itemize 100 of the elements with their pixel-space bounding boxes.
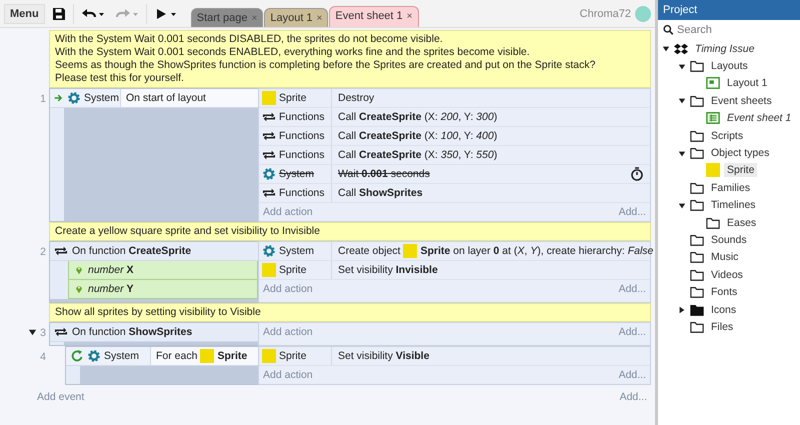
tree-item[interactable]: Event sheets [708,94,775,108]
folder-icon [690,128,704,143]
object-name: Sprite [279,92,306,104]
folder-icon [690,268,704,282]
action-text: Call ShowSprites [338,187,423,199]
gear-icon [87,349,101,363]
sprite-icon [403,244,418,258]
arrows-cycle-icon [54,325,68,339]
event-number: 4 [40,351,46,362]
folder-icon [690,146,704,160]
object-name: Functions [279,187,325,199]
expand-triangle-icon[interactable] [678,202,686,210]
condition-text: Sprite [217,350,248,362]
search-icon [663,23,674,37]
arrows-cycle-icon [54,244,68,258]
loop-icon [70,349,84,363]
object-name: Functions [279,130,325,142]
folder-icon [690,232,704,247]
comment: Show all sprites by setting visibility to Visible [49,303,651,322]
expand-triangle-icon[interactable] [678,62,686,71]
tree-item[interactable]: Sprite [724,163,758,178]
folder-icon [690,250,704,264]
arrows-cycle-icon [262,186,276,200]
condition-text: On start of layout [126,92,206,104]
close-icon[interactable]: × [406,10,413,22]
expand-triangle-icon[interactable] [678,150,686,158]
tree-item[interactable]: Event sheet 1 [724,111,794,126]
action-text: Set visibility Invisible [338,264,438,276]
object-name: Sprite [279,264,306,276]
sprite-icon [200,349,214,363]
event-number: 3 [40,327,46,338]
tree-item[interactable]: Icons [708,302,740,317]
action-text: Destroy [338,92,374,104]
event-number: 1 [40,93,46,104]
sprite-icon [262,263,276,277]
gear-icon [262,244,276,258]
condition-text: On function ShowSprites [72,326,192,338]
close-icon[interactable]: × [316,12,322,24]
tree-item[interactable]: Timelines [708,198,759,212]
folder-icon [706,216,720,230]
tree-item[interactable]: Eases [724,216,760,230]
editor-tab[interactable]: Start page × [190,8,264,27]
tree-item[interactable]: Videos [708,268,746,282]
object-name: System [84,92,120,104]
sheet-icon [706,111,720,126]
gear-icon [67,91,81,105]
folder-icon [690,302,704,317]
arrows-cycle-icon [262,110,276,124]
object-name: System [279,168,314,180]
menu-button[interactable]: Menu [4,4,45,24]
tree-item[interactable]: Layouts [708,59,751,74]
action-text: Set visibility Visible [338,350,430,362]
collapsed-triangle-icon[interactable] [678,306,686,314]
action-text: Wait 0.001 seconds [338,168,430,180]
sprite-icon [262,91,276,105]
arrows-cycle-icon [262,148,276,162]
parameter-text: number X [88,264,134,276]
tree-item[interactable]: Timing Issue [692,42,758,56]
action-text: Call CreateSprite (X: 100, Y: 400) [338,130,498,142]
tree-item[interactable]: Layout 1 [724,76,770,90]
folder-icon [690,198,704,212]
expand-triangle-icon[interactable] [662,45,670,54]
tree-item[interactable]: Object types [708,146,772,160]
parameter-text: number Y [88,283,134,295]
action-text: Sprite on layer 0 at (X, Y), create hierarchy: False [420,245,654,257]
comment: With the System Wait 0.001 seconds DISABLED, the sprites do not become visible. With the System Wait 0.001 seconds ENABLED, everything works fine and the sprites become visible. Seems as though the ShowSprites function is completing before the Sprites are created and put on the Sprite stack? Please test this for yourself. [49,30,651,88]
editor-tab[interactable]: Event sheet 1 × [329,6,419,27]
save-icon[interactable] [52,6,66,20]
boxes-icon [674,42,688,56]
user-name: Chroma72 [580,8,631,20]
object-name: System [279,245,314,257]
tree-item[interactable]: Sounds [708,232,750,247]
tree-item[interactable]: Fonts [708,285,740,300]
action-text: Call CreateSprite (X: 350, Y: 550) [338,149,498,161]
action-text: Call CreateSprite (X: 200, Y: 300) [338,111,498,123]
tree-item[interactable]: Files [708,320,736,334]
editor-tab[interactable]: Layout 1 × [264,8,328,27]
tree-item[interactable]: Music [708,250,742,264]
sprite-icon [262,349,276,363]
expand-triangle-icon[interactable] [678,97,686,106]
gear-icon [262,167,276,181]
event-number: 2 [40,246,46,257]
object-name: System [104,350,140,362]
panel-title: Project [658,0,800,20]
layout-icon [706,76,720,90]
object-name: Functions [279,149,325,161]
folder-icon [690,94,704,108]
expand-triangle-icon[interactable] [28,328,38,337]
comment: Create a yellow square sprite and set visibility to Invisible [49,222,651,241]
condition-text: For each [156,350,198,362]
tree-item[interactable]: Families [708,180,754,195]
folder-icon [690,285,704,300]
condition-text: On function CreateSprite [72,245,192,257]
tree-item[interactable]: Scripts [708,128,746,143]
folder-icon [690,180,704,195]
folder-icon [690,59,704,74]
folder-icon [690,320,704,334]
sprite-icon [706,163,720,178]
action-text: Create object [338,245,400,257]
object-name: Sprite [279,350,306,362]
